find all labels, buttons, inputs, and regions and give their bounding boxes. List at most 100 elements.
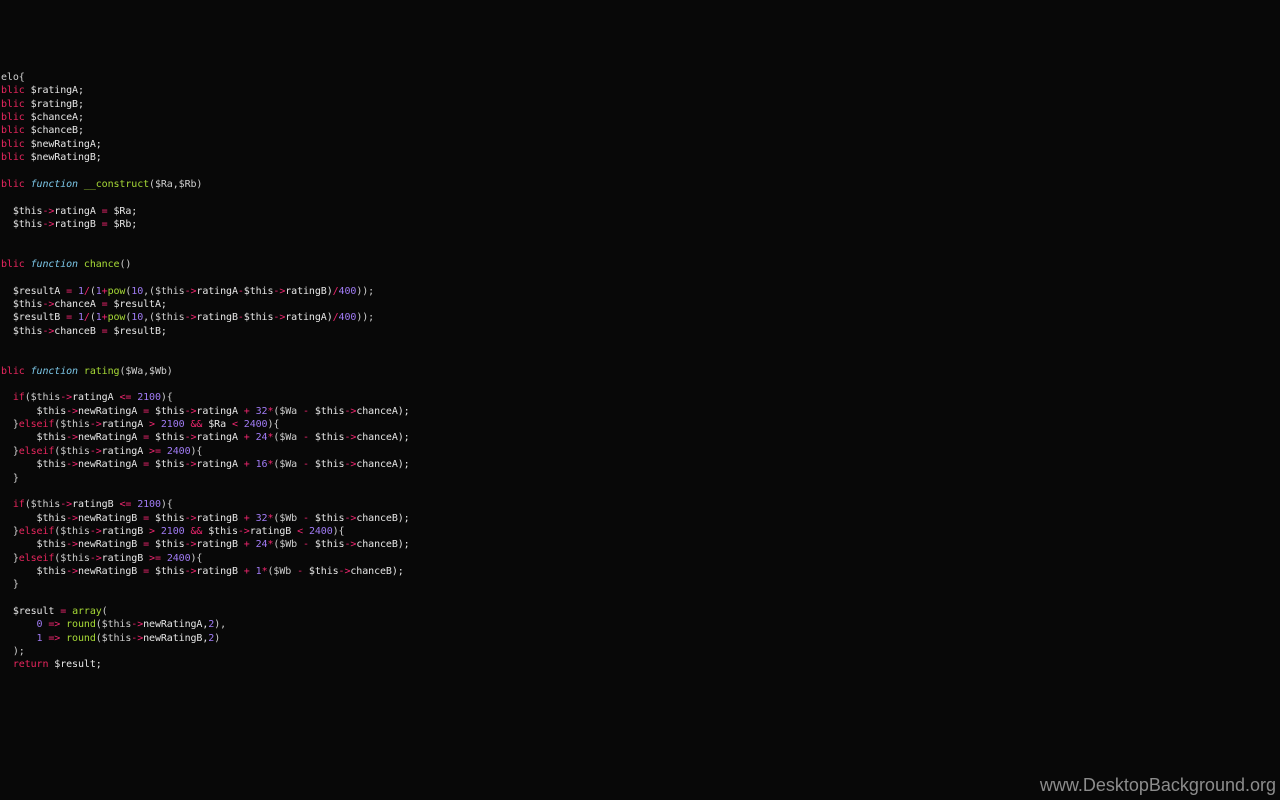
code-line: 1 => round($this->newRatingB,2)	[1, 632, 221, 645]
code-token: <=	[119, 499, 132, 511]
code-line: $this->chanceA = $resultA;	[1, 298, 167, 311]
code-token: ->	[344, 512, 357, 524]
code-line: );	[1, 645, 25, 658]
code-token: );	[1, 646, 25, 658]
code-line: }elseif($this->ratingA > 2100 && $Ra < 2…	[1, 418, 280, 431]
code-token: $this	[149, 432, 185, 444]
code-token: >=	[149, 445, 161, 457]
code-token: ->	[273, 312, 286, 324]
code-token: ->	[60, 499, 73, 511]
code-token: ->	[184, 512, 197, 524]
code-line: }elseif($this->ratingA >= 2400){	[1, 445, 203, 458]
code-line: $resultA = 1/(1+pow(10,($this->ratingA-$…	[1, 285, 374, 298]
code-token: round	[66, 632, 96, 644]
code-line: $this->newRatingA = $this->ratingA + 24*…	[1, 431, 410, 444]
code-token: elseif	[18, 419, 55, 431]
code-token: =>	[48, 619, 61, 631]
code-token: ratingB	[196, 565, 244, 577]
code-token: ($this	[54, 445, 90, 457]
code-token: ),	[214, 619, 227, 631]
code-token: ->	[131, 632, 144, 644]
code-token: ->	[66, 539, 78, 551]
code-token: $resultA;	[107, 298, 167, 310]
code-token: 2100	[137, 499, 161, 511]
code-token: chanceB);	[356, 512, 410, 524]
code-token: $Ra	[202, 419, 232, 431]
code-token: >=	[149, 552, 161, 564]
code-token: ratingA	[101, 419, 150, 431]
code-line: if($this->ratingB <= 2100){	[1, 498, 173, 511]
code-token: elseif	[18, 552, 55, 564]
code-token: ($this	[24, 499, 61, 511]
code-token: ratingA	[196, 432, 244, 444]
code-token: ($this	[54, 552, 90, 564]
code-token: return	[12, 659, 49, 671]
code-token: 2400	[308, 525, 333, 537]
code-token: ){	[160, 499, 173, 511]
code-token: 24	[255, 539, 268, 551]
code-token: $result	[1, 606, 61, 617]
code-token: $this	[149, 512, 185, 524]
code-line: $this->ratingB = $Rb;	[1, 218, 137, 231]
code-line: blic $ratingB;	[1, 98, 84, 111]
code-token: $this	[308, 539, 345, 551]
code-token: chanceB	[54, 325, 102, 337]
code-token: $this	[202, 525, 238, 537]
code-token: chanceB);	[350, 565, 404, 577]
code-token: 400	[338, 312, 357, 324]
code-token: ){	[332, 525, 345, 537]
code-token: 2400	[166, 552, 191, 564]
code-token: &&	[190, 419, 203, 431]
code-token: $resultB;	[107, 325, 167, 337]
code-token: $this	[243, 285, 274, 297]
code-token: ($this	[54, 525, 90, 537]
code-token: ->	[60, 392, 73, 404]
code-token: ratingA	[54, 205, 102, 217]
code-token: ){	[160, 392, 173, 404]
code-token: chanceA);	[356, 405, 410, 417]
code-token: ratingB	[54, 218, 102, 230]
code-token: 2400	[243, 419, 268, 431]
code-token: newRatingA	[77, 432, 144, 444]
code-token: ){	[190, 552, 203, 564]
code-token: ->	[184, 539, 197, 551]
code-token: ->	[344, 459, 357, 471]
code-token: $this	[1, 325, 43, 337]
code-token: ,($this	[143, 312, 185, 324]
code-token: ratingB	[196, 512, 244, 524]
code-token: ratingB	[196, 539, 244, 551]
code-token: ($this	[95, 619, 132, 631]
code-token: $newRatingA;	[24, 138, 102, 150]
code-token: ($this	[95, 632, 132, 644]
code-line: $resultB = 1/(1+pow(10,($this->ratingB-$…	[1, 311, 374, 324]
code-token: <=	[119, 392, 132, 404]
code-token: ->	[344, 432, 357, 444]
code-token: ->	[131, 619, 144, 631]
code-token: $resultB	[1, 312, 67, 324]
code-token: $this	[308, 459, 345, 471]
code-token: ()	[119, 258, 132, 270]
code-token: $this	[243, 312, 274, 324]
code-token: blic	[1, 85, 25, 97]
code-token: $resultA	[1, 285, 67, 297]
code-token: ->	[184, 312, 197, 324]
code-token: ratingA	[196, 285, 238, 297]
code-token: ->	[66, 459, 78, 471]
code-token: ($Wb	[267, 565, 298, 577]
code-token: 10	[131, 312, 144, 324]
code-token: newRatingA,	[143, 619, 209, 631]
code-token: newRatingA	[77, 405, 144, 417]
code-line: blic function rating($Wa,$Wb)	[1, 365, 173, 378]
code-token: ($Wa	[273, 432, 304, 444]
code-token: 24	[255, 432, 268, 444]
code-token: ->	[42, 325, 55, 337]
code-token: pow	[107, 312, 126, 324]
code-line: $this->newRatingA = $this->ratingA + 16*…	[1, 458, 410, 471]
code-token: ->	[184, 459, 197, 471]
code-token: $ratingB;	[24, 98, 84, 110]
code-token: 2100	[160, 419, 185, 431]
code-token: $this	[149, 459, 185, 471]
code-line: blic $newRatingB;	[1, 151, 102, 164]
code-token: =>	[48, 632, 61, 644]
